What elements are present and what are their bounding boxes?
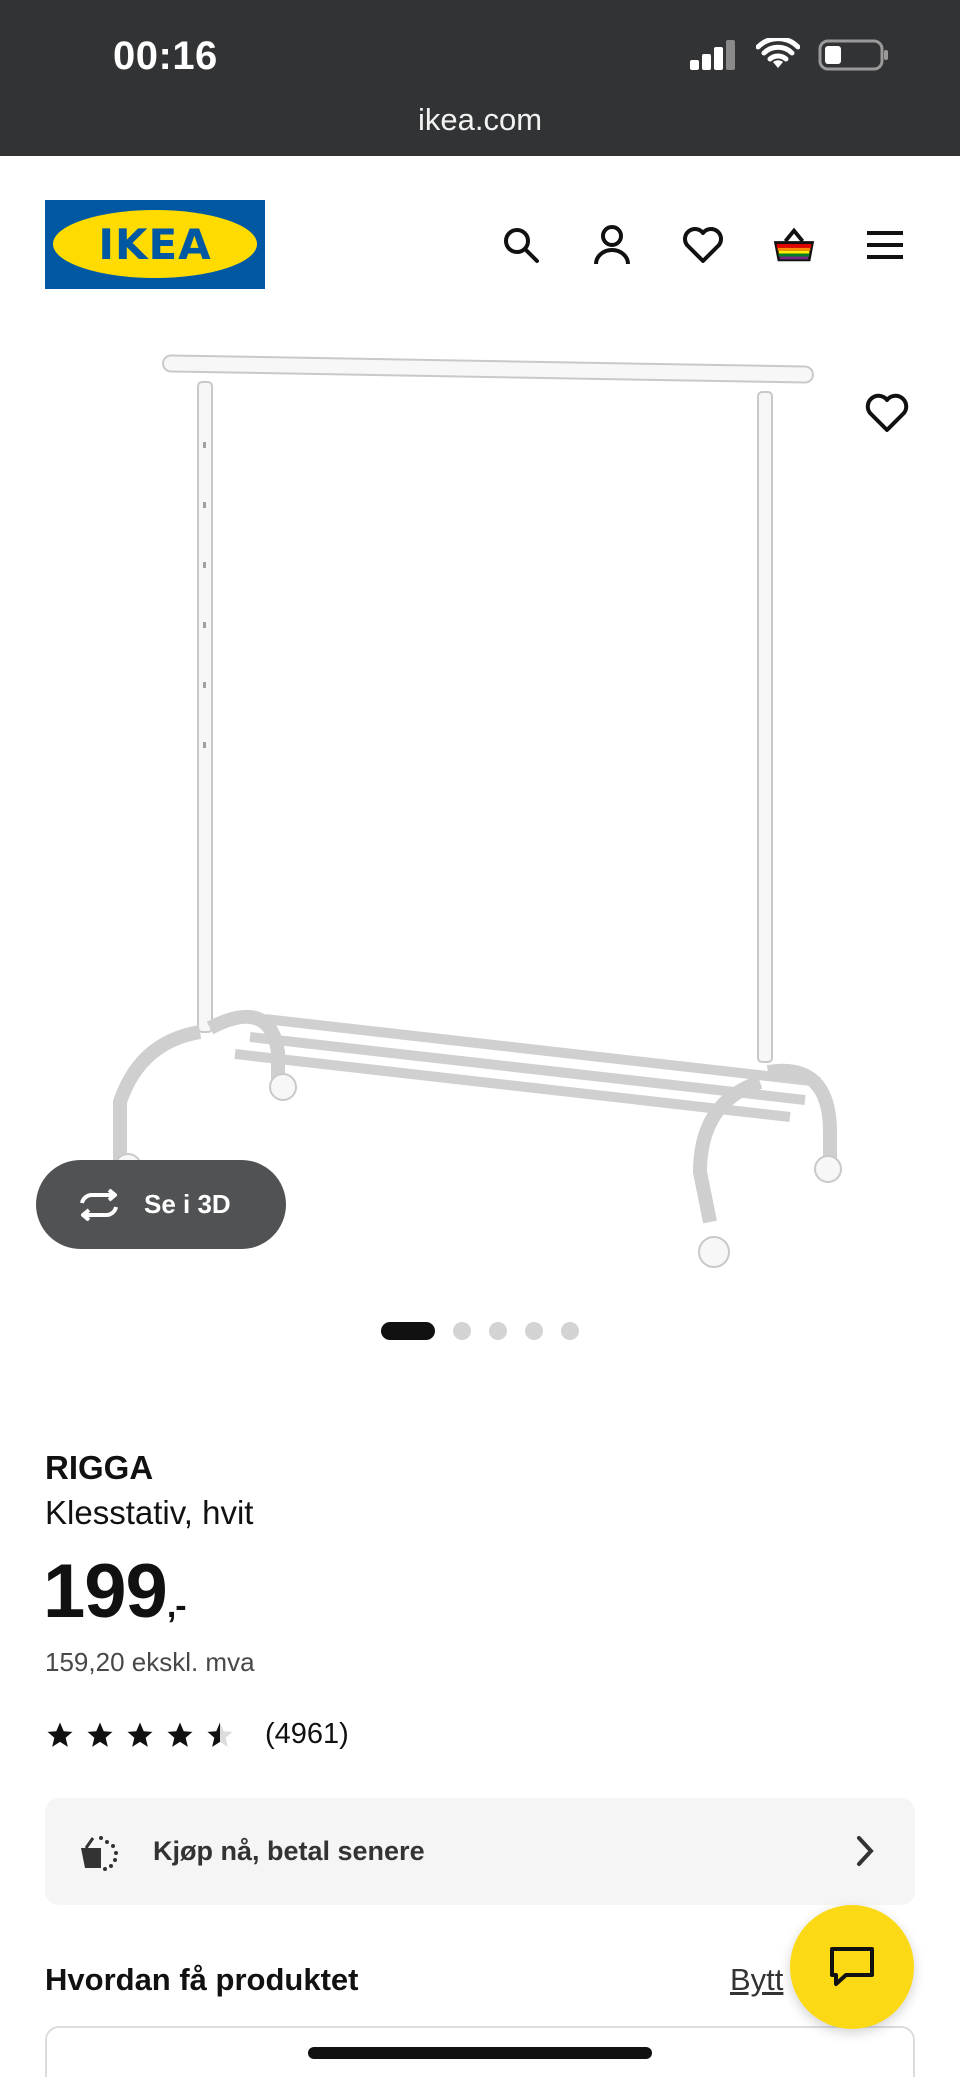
change-store-link[interactable]: Bytt (730, 1962, 783, 1998)
rotate-3d-icon (80, 1188, 118, 1221)
cellular-signal-icon (690, 40, 735, 70)
product-rating[interactable]: (4961) (45, 1718, 349, 1751)
product-description: Klesstativ, hvit (45, 1494, 254, 1531)
see-in-3d-label: Se i 3D (144, 1189, 231, 1219)
buy-now-pay-later-banner[interactable]: Kjøp nå, betal senere (45, 1798, 915, 1905)
delivery-heading: Hvordan få produktet (45, 1962, 359, 1997)
account-icon[interactable] (589, 222, 635, 268)
half-star-icon (207, 1722, 233, 1747)
bnpl-label: Kjøp nå, betal senere (153, 1836, 425, 1866)
star-icon (127, 1722, 153, 1747)
review-count[interactable]: (4961) (265, 1718, 349, 1751)
search-icon[interactable] (498, 222, 544, 268)
chevron-right-icon (857, 1836, 874, 1866)
gallery-dot[interactable] (453, 1322, 471, 1340)
product-image (113, 354, 842, 1268)
ikea-logo[interactable]: IKEA (45, 200, 265, 289)
star-icon (47, 1722, 73, 1747)
shopping-bag-icon[interactable] (771, 222, 817, 268)
browser-status-bar: 00:16 ikea.com (0, 0, 960, 156)
wifi-icon (756, 38, 800, 68)
star-icon (87, 1722, 113, 1747)
menu-icon[interactable] (862, 222, 908, 268)
payment-basket-icon (81, 1835, 118, 1871)
status-time: 00:16 (113, 34, 218, 78)
gallery-dot[interactable] (381, 1322, 435, 1340)
home-indicator (308, 2047, 652, 2059)
logo-text: IKEA (98, 220, 212, 269)
header-nav-icons (498, 222, 908, 268)
gallery-pagination (0, 1322, 960, 1340)
product-price: 199,- (43, 1548, 187, 1635)
gallery-dot[interactable] (561, 1322, 579, 1340)
chat-icon (830, 1947, 874, 1986)
gallery-dot[interactable] (525, 1322, 543, 1340)
product-gallery[interactable]: Se i 3D (0, 332, 960, 1340)
see-in-3d-button[interactable]: Se i 3D (36, 1160, 286, 1249)
battery-icon (818, 39, 888, 71)
product-name: RIGGA (45, 1449, 154, 1486)
address-bar-url[interactable]: ikea.com (0, 102, 960, 138)
status-icons (688, 38, 890, 72)
price-ex-vat: 159,20 ekskl. mva (45, 1647, 255, 1677)
site-header: IKEA (0, 156, 960, 332)
price-suffix: ,- (166, 1587, 187, 1625)
star-icon (167, 1722, 193, 1747)
price-integer: 199 (43, 1549, 168, 1634)
gallery-dot[interactable] (489, 1322, 507, 1340)
add-to-favorites-icon[interactable] (864, 392, 910, 438)
heart-icon[interactable] (680, 222, 726, 268)
chat-button[interactable] (790, 1905, 914, 2029)
